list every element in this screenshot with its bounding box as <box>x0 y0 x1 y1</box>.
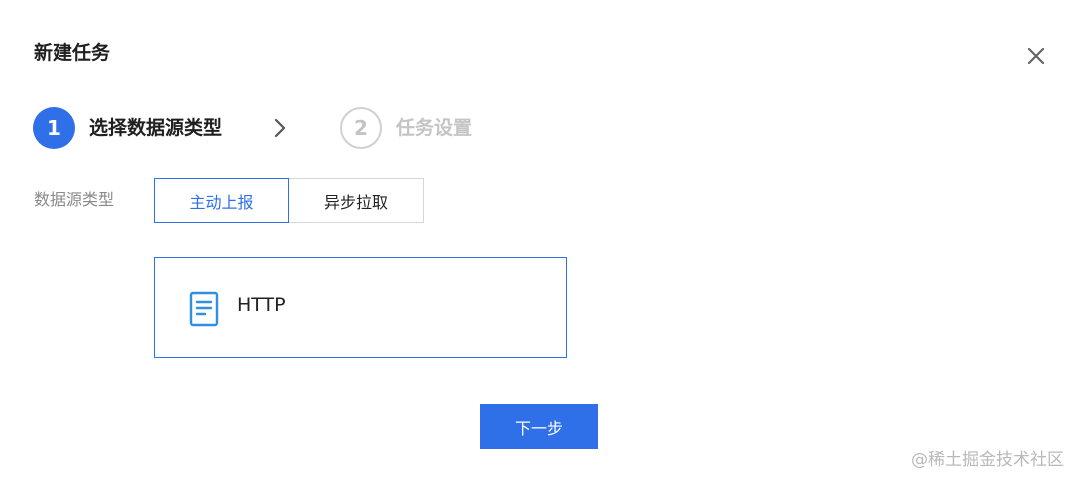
chevron-right-icon <box>268 116 292 140</box>
step-label-select-source: 选择数据源类型 <box>89 117 223 139</box>
steps-indicator: 1 选择数据源类型 2 任务设置 <box>33 106 472 150</box>
option-active-report[interactable]: 主动上报 <box>154 178 289 223</box>
watermark: @稀土掘金技术社区 <box>911 450 1064 470</box>
dialog-title: 新建任务 <box>34 42 111 64</box>
option-async-pull[interactable]: 异步拉取 <box>289 178 424 223</box>
source-type-selector: 主动上报 异步拉取 <box>154 178 424 223</box>
http-label: HTTP <box>237 294 286 316</box>
step-label-task-settings: 任务设置 <box>396 117 473 139</box>
step-number-1: 1 <box>33 107 75 149</box>
step-task-settings: 2 任务设置 <box>340 107 472 149</box>
source-type-label: 数据源类型 <box>34 190 115 209</box>
step-number-2: 2 <box>340 107 383 149</box>
step-select-source: 1 选择数据源类型 <box>33 107 222 149</box>
document-icon <box>189 291 219 327</box>
next-button[interactable]: 下一步 <box>480 404 598 449</box>
new-task-dialog: 新建任务 1 选择数据源类型 2 任务设置 数据源类型 主动上报 异步拉取 HT… <box>0 0 1080 485</box>
close-icon[interactable] <box>1022 42 1050 70</box>
http-source-card[interactable]: HTTP <box>154 257 567 358</box>
